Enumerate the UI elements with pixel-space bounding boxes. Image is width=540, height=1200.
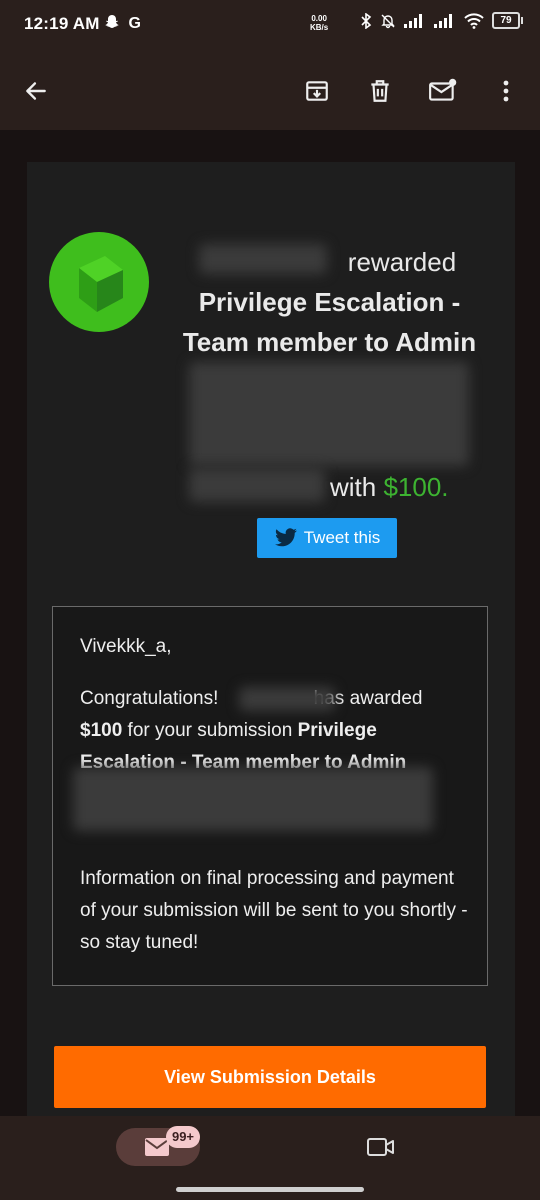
rewarded-text: rewarded xyxy=(347,247,457,277)
redacted-program-name xyxy=(189,468,325,502)
back-button[interactable] xyxy=(11,66,61,116)
message-box: Vivekkk_a, Congratulations! has awarded … xyxy=(52,606,488,986)
signal-icon xyxy=(434,13,452,28)
congrats-for: for your submission xyxy=(122,720,298,741)
status-time: 12:19 AM xyxy=(24,14,100,33)
mark-unread-button[interactable] xyxy=(418,66,468,116)
delete-icon xyxy=(371,80,389,102)
unread-badge: 99+ xyxy=(166,1126,200,1148)
status-left-icons: G xyxy=(104,14,141,33)
reward-headline: rewarded Privilege Escalation - Team mem… xyxy=(172,242,487,362)
network-speed: 0.00 KB/s xyxy=(310,14,328,32)
app-bar xyxy=(0,52,540,130)
email-card: rewarded Privilege Escalation - Team mem… xyxy=(27,162,515,1122)
avatar xyxy=(49,232,149,332)
status-bar: 12:19 AM G 0.00 KB/s 79 xyxy=(0,0,540,52)
signal-icon xyxy=(404,13,422,28)
redacted-message-block xyxy=(73,767,433,831)
reward-amount: $100. xyxy=(383,472,449,502)
video-icon xyxy=(367,1138,394,1156)
battery-icon: 79 xyxy=(492,12,523,29)
home-indicator[interactable] xyxy=(176,1187,364,1192)
delete-button[interactable] xyxy=(355,66,405,116)
congrats-lead: Congratulations! xyxy=(80,688,224,709)
with-text: with xyxy=(330,472,384,502)
mute-icon xyxy=(381,14,395,28)
google-icon: G xyxy=(128,15,141,32)
greeting: Vivekkk_a, xyxy=(80,636,172,657)
speed-value: 0.00 xyxy=(311,14,327,23)
redacted-detail-block xyxy=(189,362,469,466)
tweet-label: Tweet this xyxy=(303,528,381,547)
status-right-icons: 79 xyxy=(360,12,523,29)
wifi-icon xyxy=(464,12,484,29)
more-vert-icon xyxy=(503,80,509,102)
archive-icon xyxy=(306,81,328,101)
view-submission-button[interactable]: View Submission Details xyxy=(54,1046,486,1108)
reward-amount-line: with $100. xyxy=(330,472,449,503)
bluetooth-icon xyxy=(361,12,372,29)
twitter-icon xyxy=(274,528,297,547)
submission-title: Privilege Escalation - Team member to Ad… xyxy=(182,287,477,357)
email-body: rewarded Privilege Escalation - Team mem… xyxy=(0,130,540,1122)
congrats-amount: $100 xyxy=(80,720,123,741)
mark-unread-icon xyxy=(429,78,457,101)
more-options-button[interactable] xyxy=(481,66,531,116)
back-arrow-icon xyxy=(26,82,46,100)
cube-logo-icon xyxy=(79,256,123,312)
redacted-inline-name xyxy=(239,687,335,711)
tweet-button[interactable]: Tweet this xyxy=(257,518,397,558)
meet-tab[interactable] xyxy=(356,1128,406,1166)
archive-button[interactable] xyxy=(292,66,342,116)
snapchat-icon xyxy=(105,15,119,28)
info-paragraph: Information on final processing and paym… xyxy=(80,868,468,953)
speed-unit: KB/s xyxy=(310,23,329,32)
